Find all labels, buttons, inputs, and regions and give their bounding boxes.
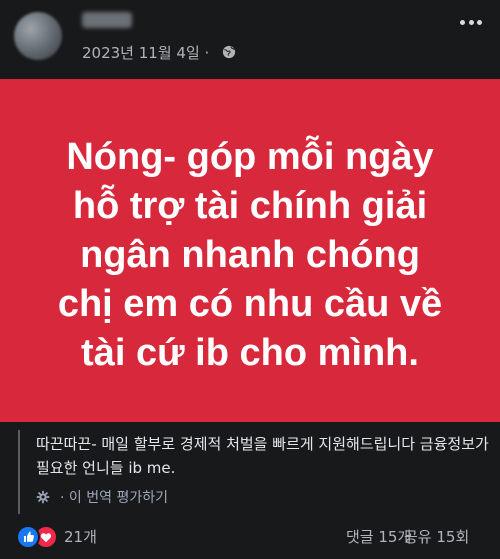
like-icon xyxy=(16,525,40,549)
reaction-icons[interactable] xyxy=(16,523,64,549)
post-header: 2023년 11월 4일 · xyxy=(0,0,500,79)
more-dot xyxy=(460,19,465,25)
caption-quote-bar xyxy=(18,430,20,514)
more-dot xyxy=(468,19,474,25)
rate-translation-label: · 이 번역 평가하기 xyxy=(60,490,168,506)
author-name[interactable] xyxy=(82,12,132,28)
globe-icon[interactable] xyxy=(222,45,236,59)
post-image[interactable]: Nóng- góp mỗi ngày hỗ trợ tài chính giải… xyxy=(0,79,500,422)
post-caption: 따끈따끈- 매일 할부로 경제적 처벌을 빠르게 지원해드립니다 금융정보가 필… xyxy=(36,435,489,477)
shares-count[interactable]: 공유 15회 xyxy=(404,526,469,547)
rate-translation-link[interactable]: · 이 번역 평가하기 xyxy=(36,487,168,507)
reaction-count[interactable]: 21개 xyxy=(64,526,97,547)
gear-icon xyxy=(36,490,50,504)
post-image-text: Nóng- góp mỗi ngày hỗ trợ tài chính giải… xyxy=(57,136,443,374)
author-avatar[interactable] xyxy=(14,12,62,60)
comments-count[interactable]: 댓글 15개 xyxy=(346,526,411,547)
post-timestamp[interactable]: 2023년 11월 4일 · xyxy=(82,42,209,63)
more-dot xyxy=(477,19,482,25)
more-options-icon[interactable] xyxy=(460,18,482,26)
reaction-bar: 21개 댓글 15개 공유 15회 xyxy=(0,521,500,549)
